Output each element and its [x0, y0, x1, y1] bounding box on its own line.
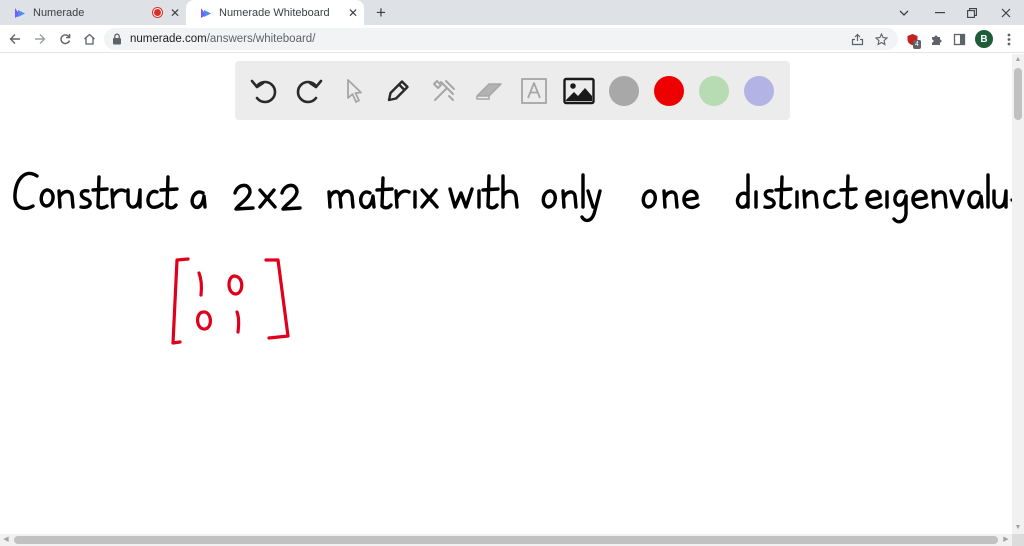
address-bar[interactable]: numerade.com/answers/whiteboard/: [104, 28, 898, 50]
color-swatch-purple[interactable]: [744, 76, 774, 106]
scroll-down-arrow-icon[interactable]: ▼: [1012, 522, 1024, 534]
browser-toolbar: numerade.com/answers/whiteboard/ 4 B: [0, 25, 1024, 53]
redo-icon: [296, 79, 323, 104]
url-host: numerade.com: [130, 33, 207, 45]
bookmark-star-icon[interactable]: [872, 30, 890, 48]
tab-strip: Numerade ✕ Numerade Whiteboard ✕ +: [0, 0, 1024, 25]
image-tool-button[interactable]: [562, 74, 596, 108]
eraser-icon: [476, 83, 502, 100]
horizontal-scroll-thumb[interactable]: [14, 536, 998, 544]
horizontal-scrollbar[interactable]: ◀ ▶: [0, 534, 1012, 546]
select-tool-button[interactable]: [337, 74, 371, 108]
extensions-puzzle-icon[interactable]: [927, 30, 945, 48]
handwritten-prompt: [13, 171, 1012, 224]
scroll-up-arrow-icon[interactable]: ▲: [1012, 54, 1024, 66]
close-tab-icon[interactable]: ✕: [346, 6, 360, 20]
side-panel-icon[interactable]: [950, 30, 968, 48]
vertical-scroll-thumb[interactable]: [1014, 68, 1022, 120]
vertical-scrollbar[interactable]: ▲ ▼: [1012, 54, 1024, 534]
matrix-right-bracket: [264, 258, 290, 340]
scroll-right-arrow-icon[interactable]: ▶: [1000, 534, 1012, 546]
pointer-icon: [347, 79, 362, 103]
url-text: numerade.com/answers/whiteboard/: [130, 33, 315, 45]
minimize-window-icon[interactable]: [924, 0, 956, 25]
text-tool-button[interactable]: [517, 74, 551, 108]
whiteboard-area[interactable]: [0, 54, 1012, 534]
browser-menu-icon[interactable]: [1000, 30, 1018, 48]
tab-numerade-whiteboard[interactable]: Numerade Whiteboard ✕: [186, 0, 364, 25]
color-swatch-gray[interactable]: [609, 76, 639, 106]
pen-tool-button[interactable]: [381, 74, 415, 108]
numerade-logo-icon: [15, 7, 25, 18]
whiteboard-toolbar: [235, 61, 790, 120]
restore-window-icon[interactable]: [956, 0, 988, 25]
extension-badge: 4: [913, 40, 921, 49]
close-tab-icon[interactable]: ✕: [168, 6, 182, 20]
tab-search-icon[interactable]: [888, 0, 920, 25]
tools-icon: [433, 80, 455, 101]
tab-title: Numerade Whiteboard: [219, 6, 330, 19]
matrix-entry-2-1: [196, 310, 212, 331]
reload-icon[interactable]: [56, 30, 74, 48]
text-icon: [521, 78, 547, 104]
close-window-icon[interactable]: [990, 0, 1022, 25]
tools-button[interactable]: [427, 74, 461, 108]
matrix-entry-1-2: [227, 274, 244, 296]
undo-button[interactable]: [247, 74, 281, 108]
color-swatch-green[interactable]: [699, 76, 729, 106]
redo-button[interactable]: [292, 74, 326, 108]
whiteboard-canvas[interactable]: [0, 54, 1012, 534]
matrix-left-bracket: [171, 257, 190, 345]
forward-arrow-icon[interactable]: [31, 30, 49, 48]
tab-title: Numerade: [33, 6, 85, 19]
back-arrow-icon[interactable]: [6, 30, 24, 48]
numerade-logo-icon: [201, 7, 211, 18]
lock-icon[interactable]: [112, 33, 122, 45]
scrollbar-corner: [1012, 534, 1024, 546]
undo-icon: [250, 79, 277, 104]
home-icon[interactable]: [80, 30, 98, 48]
scroll-left-arrow-icon[interactable]: ◀: [0, 534, 12, 546]
profile-avatar[interactable]: B: [975, 30, 993, 48]
recording-indicator-icon: [153, 8, 162, 17]
image-icon: [563, 77, 595, 105]
color-swatch-red[interactable]: [654, 76, 684, 106]
handwritten-matrix: [171, 257, 290, 345]
url-path: /answers/whiteboard/: [206, 33, 316, 45]
share-icon[interactable]: [848, 30, 866, 48]
new-tab-button[interactable]: +: [372, 4, 390, 22]
tab-numerade[interactable]: Numerade ✕: [0, 0, 186, 25]
eraser-tool-button[interactable]: [472, 74, 506, 108]
matrix-entry-1-1: [197, 271, 203, 297]
matrix-entry-2-2: [235, 310, 241, 334]
pen-icon: [387, 80, 409, 102]
